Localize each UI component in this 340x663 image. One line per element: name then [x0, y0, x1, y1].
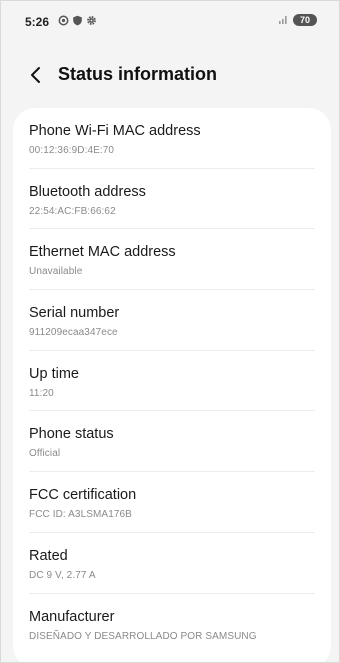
item-value: 00:12:36:9D:4E:70: [29, 145, 115, 156]
item-title: Manufacturer: [29, 608, 115, 625]
list-item-up-time[interactable]: Up time 11:20: [13, 351, 331, 412]
status-time: 5:26: [25, 15, 50, 29]
battery-icon: 70: [293, 14, 317, 26]
item-value: FCC ID: A3LSMA176B: [29, 509, 132, 521]
status-info-list: Phone Wi-Fi MAC address 00:12:36:9D:4E:7…: [13, 108, 331, 662]
item-value: 11:20: [29, 387, 54, 399]
shield-icon: [73, 15, 82, 26]
battery-level: 70: [299, 15, 310, 25]
status-bar: 5:26 70: [1, 1, 339, 43]
item-title: Bluetooth address: [29, 183, 146, 200]
item-title: FCC certification: [29, 487, 137, 504]
item-value: Unavailable: [29, 266, 83, 278]
list-item-ethernet-mac[interactable]: Ethernet MAC address Unavailable: [13, 229, 331, 290]
phone-screen: 5:26 70 Status information Phone Wi-Fi M…: [0, 0, 340, 663]
status-system-icons: 70: [278, 14, 317, 26]
signal-icon: [279, 16, 287, 24]
item-title: Phone status: [29, 426, 114, 443]
item-title: Ethernet MAC address: [29, 244, 176, 261]
back-button[interactable]: [25, 64, 47, 86]
list-item-phone-status[interactable]: Phone status Official: [13, 411, 331, 472]
item-title: Up time: [29, 365, 79, 382]
status-notification-icons: [58, 15, 97, 26]
list-item-fcc-certification[interactable]: FCC certification FCC ID: A3LSMA176B: [13, 472, 331, 533]
item-title: Phone Wi-Fi MAC address: [29, 123, 201, 139]
gear-icon: [87, 16, 96, 25]
item-title: Serial number: [29, 305, 120, 322]
item-value: 911209ecaa347ece: [29, 327, 118, 339]
item-value: Official: [29, 448, 61, 460]
item-value: DISEÑADO Y DESARROLLADO POR SAMSUNG: [29, 630, 257, 642]
page-title: Status information: [58, 64, 218, 84]
list-item-wifi-mac[interactable]: Phone Wi-Fi MAC address 00:12:36:9D:4E:7…: [13, 108, 331, 169]
settings-notification-icon: [58, 15, 69, 26]
list-item-bluetooth-address[interactable]: Bluetooth address 22:54:AC:FB:66:62: [13, 169, 331, 230]
item-title: Rated: [29, 547, 68, 564]
item-value: DC 9 V, 2.77 A: [29, 569, 96, 581]
app-header: Status information: [1, 55, 339, 97]
list-item-serial-number[interactable]: Serial number 911209ecaa347ece: [13, 290, 331, 351]
list-item-rated[interactable]: Rated DC 9 V, 2.77 A: [13, 533, 331, 594]
list-item-manufacturer[interactable]: Manufacturer DISEÑADO Y DESARROLLADO POR…: [13, 594, 331, 655]
item-value: 22:54:AC:FB:66:62: [29, 205, 116, 217]
